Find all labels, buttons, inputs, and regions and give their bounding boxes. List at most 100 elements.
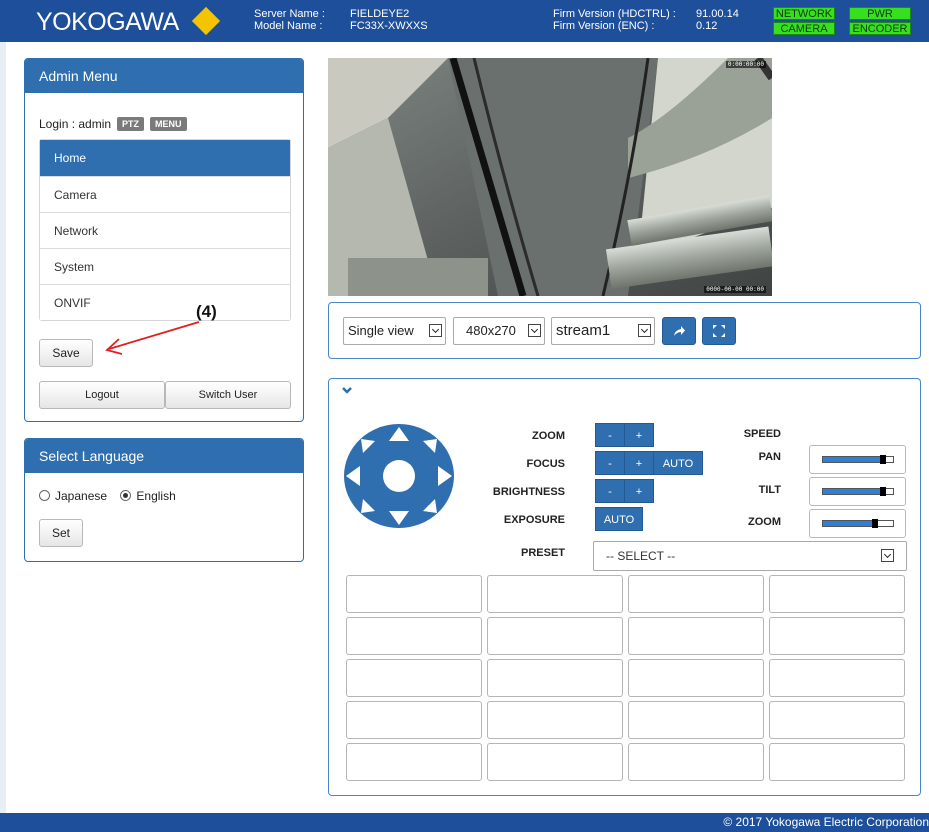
chevron-down-icon: [638, 324, 651, 337]
zoom-speed-slider[interactable]: [809, 509, 906, 538]
preset-slot-button[interactable]: [628, 659, 764, 697]
nav-item-camera[interactable]: Camera: [40, 176, 290, 212]
nav-item-onvif[interactable]: ONVIF: [40, 284, 290, 320]
preset-slot-button[interactable]: [487, 743, 623, 781]
focus-plus-button[interactable]: +: [624, 451, 654, 475]
preset-slot-button[interactable]: [769, 575, 905, 613]
preset-slot-button[interactable]: [346, 743, 482, 781]
camera-video-feed: 0:00:00:00 0000-00-00 00:00: [328, 58, 772, 296]
arrow-redirect-icon: [674, 326, 685, 336]
tilt-speed-track[interactable]: [822, 487, 894, 496]
zoom-label: ZOOM: [532, 430, 565, 442]
japanese-label: Japanese: [55, 489, 108, 503]
admin-menu-title: Admin Menu: [25, 59, 303, 93]
preset-slot-button[interactable]: [487, 617, 623, 655]
zoom-minus-button[interactable]: -: [595, 423, 625, 447]
fullscreen-button[interactable]: [702, 317, 736, 345]
tilt-speed-label: TILT: [758, 484, 781, 496]
menu-tag: MENU: [150, 117, 187, 131]
stream-select[interactable]: stream1: [551, 317, 655, 345]
nav-item-network[interactable]: Network: [40, 212, 290, 248]
japanese-radio[interactable]: [39, 490, 50, 501]
preset-slot-button[interactable]: [769, 701, 905, 739]
brightness-plus-button[interactable]: +: [624, 479, 654, 503]
preset-select[interactable]: -- SELECT --: [593, 541, 907, 571]
fullscreen-icon: [713, 325, 725, 337]
tilt-speed-thumb[interactable]: [880, 487, 887, 496]
preset-slot-button[interactable]: [628, 701, 764, 739]
preset-slot-button[interactable]: [628, 575, 764, 613]
joystick-center-icon[interactable]: [383, 460, 415, 492]
tilt-speed-slider[interactable]: [809, 477, 906, 506]
preset-slot-button[interactable]: [628, 743, 764, 781]
login-info: Login : admin PTZ MENU: [39, 117, 187, 131]
admin-nav: Home Camera Network System ONVIF: [39, 139, 291, 321]
view-mode-value: Single view: [348, 323, 414, 338]
brand-logo: YOKOGAWA: [36, 8, 179, 36]
chevron-down-icon: [429, 324, 442, 337]
view-mode-select[interactable]: Single view: [343, 317, 446, 345]
set-language-button[interactable]: Set: [39, 519, 83, 547]
video-timestamp-top: 0:00:00:00: [725, 61, 766, 68]
english-radio[interactable]: [120, 490, 132, 501]
zoom-plus-button[interactable]: +: [624, 423, 654, 447]
preset-slot-button[interactable]: [769, 743, 905, 781]
zoom-speed-thumb[interactable]: [872, 519, 878, 528]
pan-speed-fill: [823, 457, 881, 462]
language-panel: Select Language Japanese English Set: [24, 438, 304, 562]
login-text: Login : admin: [39, 117, 112, 131]
chevron-down-icon: [881, 549, 894, 562]
pan-speed-track[interactable]: [822, 455, 894, 464]
zoom-speed-fill: [823, 521, 872, 526]
zoom-speed-track[interactable]: [822, 519, 894, 528]
preset-slot-button[interactable]: [346, 617, 482, 655]
stream-value: stream1: [556, 322, 611, 339]
pwr-status-led: PWR: [849, 7, 911, 20]
video-timestamp-bottom: 0000-00-00 00:00: [704, 286, 766, 293]
preset-slot-button[interactable]: [487, 575, 623, 613]
preset-slot-button[interactable]: [487, 659, 623, 697]
exposure-auto-button[interactable]: AUTO: [595, 507, 643, 531]
preset-slot-button[interactable]: [769, 659, 905, 697]
chevron-down-icon[interactable]: [341, 385, 353, 395]
redirect-button[interactable]: [662, 317, 696, 345]
nav-item-home[interactable]: Home: [40, 140, 290, 176]
nav-item-system[interactable]: System: [40, 248, 290, 284]
save-button[interactable]: Save: [39, 339, 93, 367]
server-name-value: FIELDEYE2: [350, 8, 410, 20]
focus-label: FOCUS: [526, 458, 566, 470]
firm-enc-value: 0.12: [696, 20, 718, 32]
footer: © 2017 Yokogawa Electric Corporation: [0, 813, 929, 832]
focus-auto-button[interactable]: AUTO: [653, 451, 703, 475]
english-label: English: [136, 489, 176, 503]
preset-slot-button[interactable]: [769, 617, 905, 655]
pan-speed-thumb[interactable]: [880, 455, 887, 464]
preset-value: -- SELECT --: [606, 549, 676, 563]
ptz-tag: PTZ: [117, 117, 145, 131]
camera-status-led: CAMERA: [773, 22, 835, 35]
speed-label: SPEED: [743, 428, 781, 440]
preset-slot-button[interactable]: [346, 659, 482, 697]
encoder-status-led: ENCODER: [849, 22, 911, 35]
preset-slot-button[interactable]: [346, 701, 482, 739]
language-title: Select Language: [25, 439, 303, 473]
switch-user-button[interactable]: Switch User: [165, 381, 291, 409]
network-status-led: NETWORK: [773, 7, 835, 20]
tilt-speed-fill: [823, 489, 881, 494]
ptz-control-panel: ZOOM FOCUS BRIGHTNESS EXPOSURE - + - + A…: [328, 378, 921, 796]
pan-speed-slider[interactable]: [809, 445, 906, 474]
brightness-label: BRIGHTNESS: [492, 486, 565, 498]
preset-slot-button[interactable]: [628, 617, 764, 655]
top-header: YOKOGAWA Server Name : Model Name : FIEL…: [0, 0, 929, 42]
logout-button[interactable]: Logout: [39, 381, 165, 409]
brand-diamond-icon: [191, 6, 221, 36]
server-name-label: Server Name :: [254, 8, 325, 20]
ptz-joystick[interactable]: [343, 423, 455, 529]
preset-slot-button[interactable]: [346, 575, 482, 613]
resolution-select[interactable]: 480x270: [453, 317, 545, 345]
brightness-minus-button[interactable]: -: [595, 479, 625, 503]
preset-slot-button[interactable]: [487, 701, 623, 739]
focus-minus-button[interactable]: -: [595, 451, 625, 475]
admin-menu-panel: Admin Menu Login : admin PTZ MENU Home Cam…: [24, 58, 304, 422]
stream-controls-panel: Single view 480x270 stream1: [328, 302, 921, 359]
